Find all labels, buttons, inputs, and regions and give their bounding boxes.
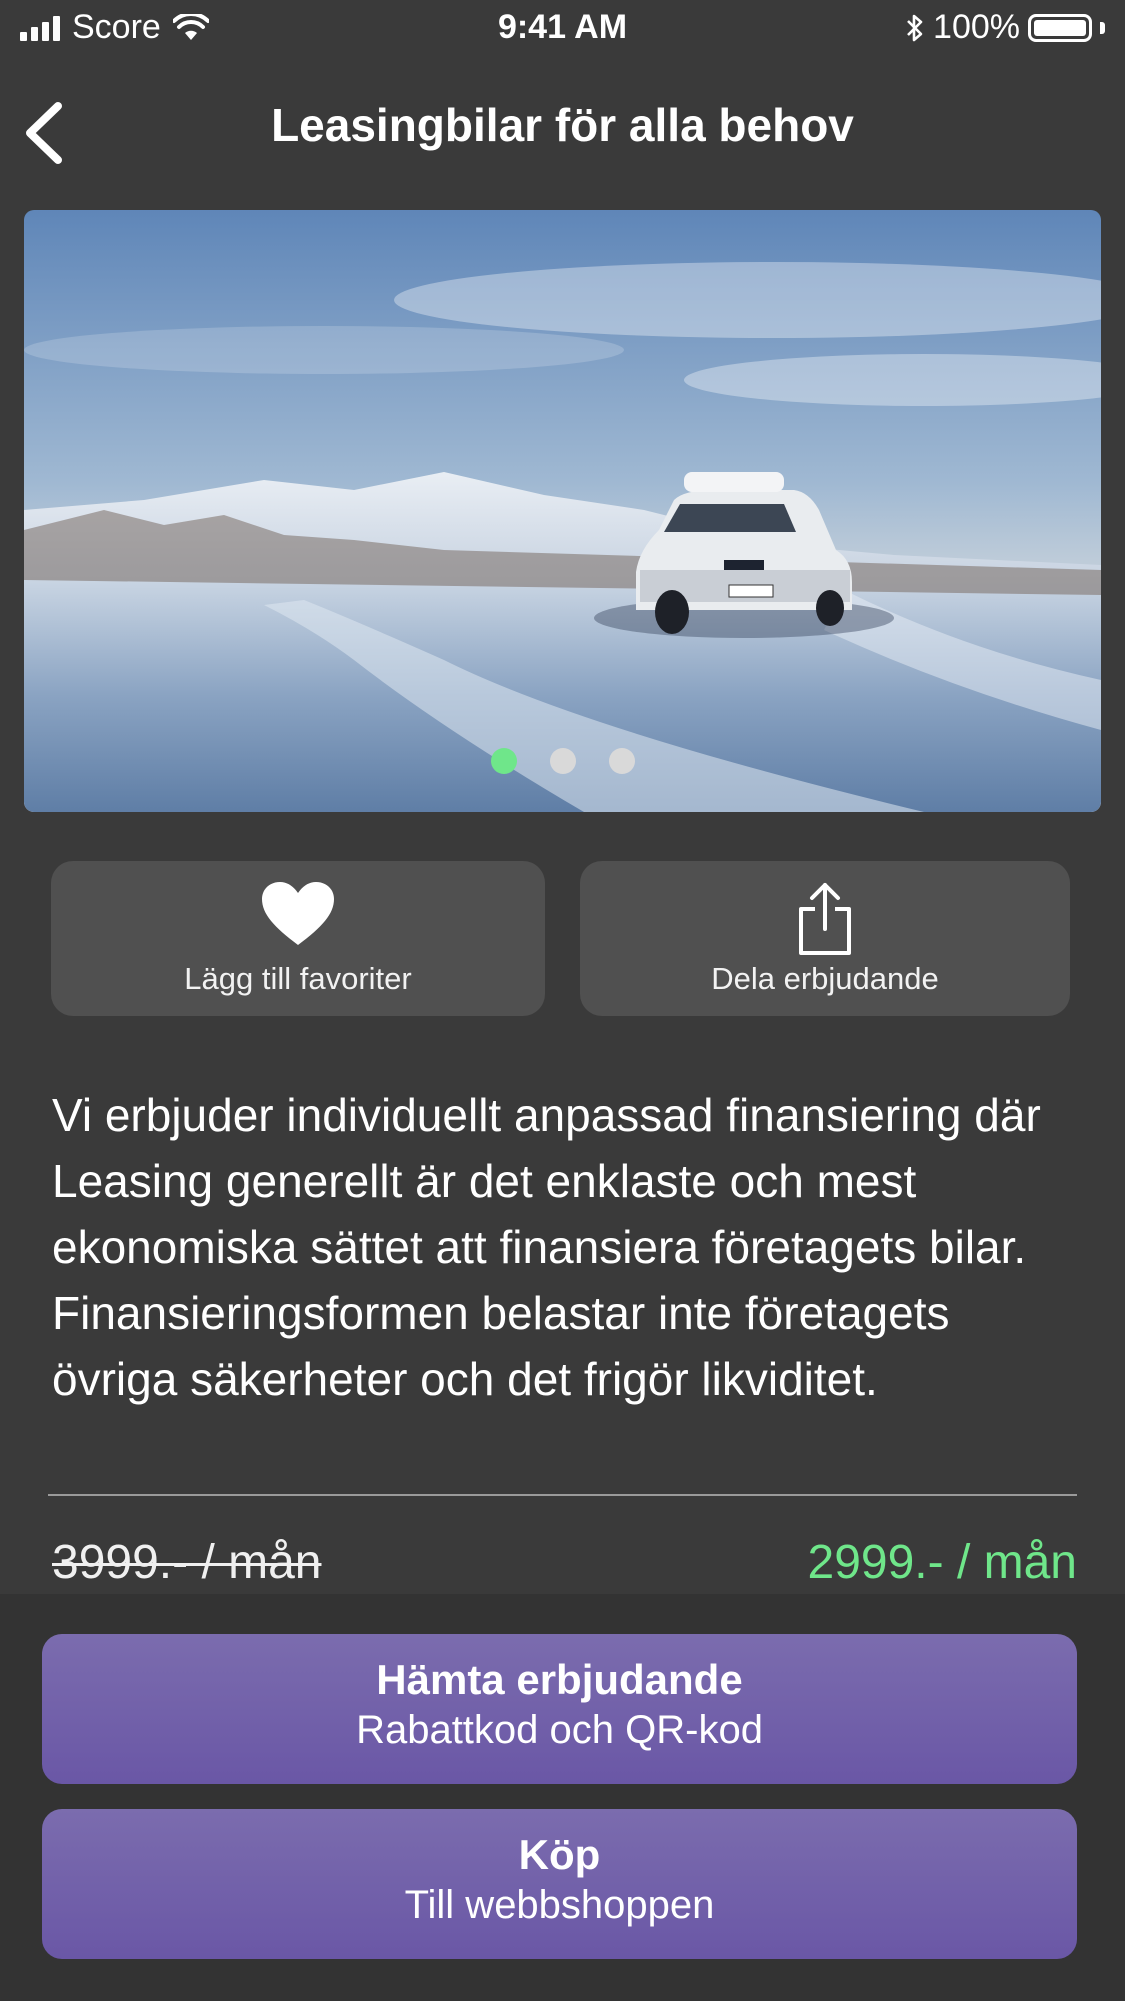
get-offer-subtitle: Rabattkod och QR-kod (356, 1708, 763, 1752)
share-icon (799, 883, 851, 955)
carousel-dot[interactable] (608, 748, 635, 774)
old-price: 3999.- / mån (52, 1536, 322, 1589)
page-title: Leasingbilar för alla behov (271, 99, 854, 151)
divider (48, 1494, 1077, 1496)
carousel-pager[interactable] (24, 748, 1101, 774)
new-price: 2999.- / mån (807, 1536, 1077, 1589)
buy-subtitle: Till webbshoppen (404, 1883, 715, 1927)
get-offer-title: Hämta erbjudande (376, 1656, 743, 1703)
favorite-button[interactable]: Lägg till favoriter (51, 861, 545, 1016)
hero-carousel[interactable] (24, 210, 1101, 812)
share-button[interactable]: Dela erbjudande (580, 861, 1070, 1016)
carousel-dot[interactable] (490, 748, 517, 774)
battery-tip (1100, 21, 1105, 34)
favorite-label: Lägg till favoriter (184, 961, 412, 996)
get-offer-button[interactable]: Hämta erbjudande Rabattkod och QR-kod (42, 1634, 1077, 1784)
carousel-dot[interactable] (549, 748, 576, 774)
battery-percent: 100% (933, 8, 1020, 46)
status-right: 100% (905, 8, 1105, 47)
buy-title: Köp (518, 1831, 601, 1878)
bluetooth-icon (907, 14, 923, 41)
share-label: Dela erbjudande (711, 961, 939, 996)
heart-icon (262, 882, 334, 945)
status-bar: Score 9:41 AM 100% (0, 0, 1125, 60)
buy-button[interactable]: Köp Till webbshoppen (42, 1809, 1077, 1959)
nav-bar: Leasingbilar för alla behov (0, 60, 1125, 190)
offer-description: Vi erbjuder individuellt anpassad finans… (52, 1089, 1041, 1405)
hero-image (24, 210, 1101, 812)
battery-icon (1028, 13, 1092, 42)
